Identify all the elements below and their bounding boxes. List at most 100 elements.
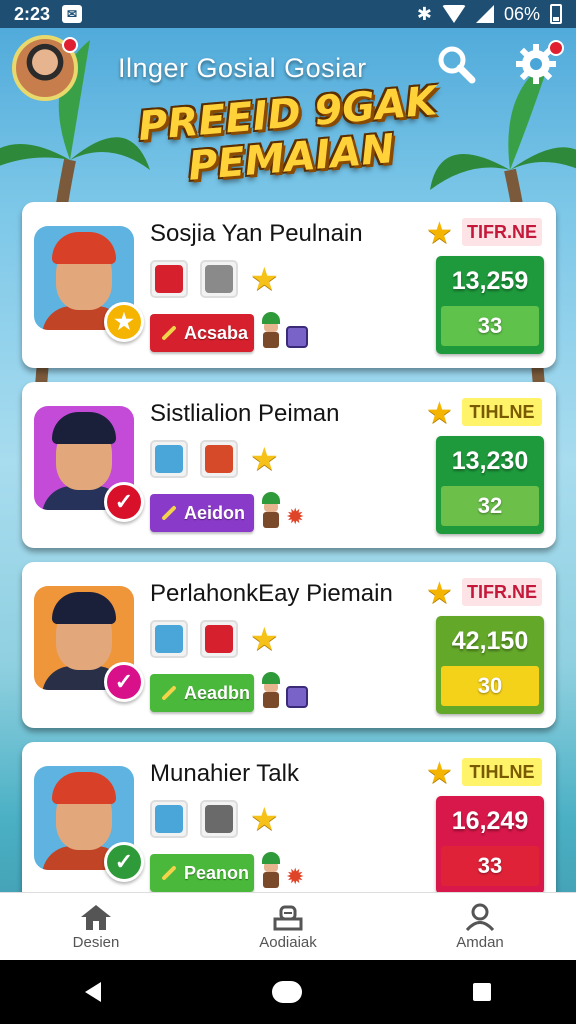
star-icon: ★ bbox=[250, 261, 279, 297]
battery-level: 06% bbox=[503, 3, 540, 24]
nav-label-profile: Amdan bbox=[456, 933, 504, 951]
player-card[interactable]: ★ Sosjia Yan Peulnain ★ Acsaba ★ TIFR.NE… bbox=[22, 202, 556, 368]
wand-icon bbox=[161, 685, 177, 701]
elf-icon bbox=[260, 492, 282, 528]
score-box: 13,259 33 bbox=[436, 256, 544, 354]
search-icon[interactable] bbox=[434, 42, 478, 86]
nav-item-profile[interactable]: Amdan bbox=[384, 893, 576, 960]
player-status-badge: ✓ bbox=[104, 662, 144, 702]
star-icon: ★ bbox=[250, 801, 279, 837]
wand-icon bbox=[161, 865, 177, 881]
player-name: Sosjia Yan Peulnain bbox=[150, 220, 363, 247]
action-label: Aeidon bbox=[184, 502, 245, 523]
player-name: Sistlialion Peiman bbox=[150, 400, 340, 427]
player-card[interactable]: ✓ PerlahonkEay Piemain ★ Aeadbn ★ TIFR.N… bbox=[22, 562, 556, 728]
player-score: 16,249 bbox=[451, 806, 529, 835]
item-slot[interactable] bbox=[200, 440, 238, 478]
action-label: Aeadbn bbox=[184, 682, 251, 703]
player-score: 42,150 bbox=[451, 626, 529, 655]
item-icon bbox=[155, 445, 183, 473]
action-label: Peanon bbox=[184, 862, 250, 883]
score-box: 16,249 33 bbox=[436, 796, 544, 894]
bag-icon bbox=[286, 326, 308, 348]
action-button[interactable]: Acsaba bbox=[150, 314, 254, 352]
item-slot[interactable] bbox=[150, 800, 188, 838]
item-slot[interactable] bbox=[200, 260, 238, 298]
rank-tag: TIFR.NE bbox=[462, 578, 542, 606]
item-slot[interactable] bbox=[150, 620, 188, 658]
elf-icon bbox=[260, 852, 282, 888]
item-icon bbox=[205, 445, 233, 473]
user-avatar[interactable] bbox=[12, 35, 78, 101]
player-card[interactable]: ✓ Sistlialion Peiman ★ Aeidon ✹ ★ TIHLNE… bbox=[22, 382, 556, 548]
bluetooth-icon: ✱ bbox=[416, 3, 432, 24]
wand-icon bbox=[161, 325, 177, 341]
status-time: 2:23 bbox=[14, 3, 51, 24]
companion-icons: ✹ bbox=[260, 492, 304, 528]
item-icon bbox=[155, 625, 183, 653]
rank-tag: TIHLNE bbox=[462, 398, 542, 426]
spiky-icon: ✹ bbox=[286, 864, 305, 889]
player-status-badge: ✓ bbox=[104, 482, 144, 522]
player-name: Munahier Talk bbox=[150, 760, 299, 787]
item-icon bbox=[155, 265, 183, 293]
favorite-star-icon[interactable]: ★ bbox=[426, 216, 453, 251]
leaderboard-icon bbox=[273, 905, 303, 930]
action-label: Acsaba bbox=[184, 322, 249, 343]
favorite-star-icon[interactable]: ★ bbox=[426, 756, 453, 791]
home-icon bbox=[81, 904, 111, 930]
elf-icon bbox=[260, 312, 282, 348]
player-name: PerlahonkEay Piemain bbox=[150, 580, 393, 607]
item-icon bbox=[205, 265, 233, 293]
player-card[interactable]: ✓ Munahier Talk ★ Peanon ✹ ★ TIHLNE 16,2… bbox=[22, 742, 556, 908]
bag-icon bbox=[286, 686, 308, 708]
profile-icon bbox=[465, 903, 495, 931]
score-box: 42,150 30 bbox=[436, 616, 544, 714]
app-title: Ilnger Gosial Gosiar bbox=[118, 52, 367, 83]
player-items: ★ bbox=[150, 800, 279, 838]
home-button-icon[interactable] bbox=[271, 981, 302, 1003]
score-box: 13,230 32 bbox=[436, 436, 544, 534]
notification-icon: ✉ bbox=[62, 5, 83, 23]
item-slot[interactable] bbox=[150, 440, 188, 478]
action-button[interactable]: Peanon bbox=[150, 854, 254, 892]
item-slot[interactable] bbox=[150, 260, 188, 298]
status-bar: 2:23 ✉ ✱ 06% bbox=[0, 0, 576, 28]
player-items: ★ bbox=[150, 440, 279, 478]
signal-icon bbox=[475, 5, 494, 23]
rank-tag: TIHLNE bbox=[462, 758, 542, 786]
player-score: 13,259 bbox=[451, 266, 529, 295]
player-list: ★ Sosjia Yan Peulnain ★ Acsaba ★ TIFR.NE… bbox=[22, 202, 556, 922]
battery-icon bbox=[550, 4, 562, 24]
nav-item-home[interactable]: Desien bbox=[0, 893, 192, 960]
companion-icons bbox=[260, 312, 308, 348]
action-button[interactable]: Aeidon bbox=[150, 494, 254, 532]
nav-label-leaderboard: Aodiaiak bbox=[259, 933, 317, 951]
item-slot[interactable] bbox=[200, 620, 238, 658]
avatar-notification-dot bbox=[62, 37, 78, 53]
back-icon[interactable] bbox=[85, 982, 102, 1002]
player-items: ★ bbox=[150, 620, 279, 658]
spiky-icon: ✹ bbox=[286, 504, 305, 529]
player-score: 13,230 bbox=[451, 446, 529, 475]
bottom-nav: Desien Aodiaiak Amdan bbox=[0, 892, 576, 960]
player-status-badge: ✓ bbox=[104, 842, 144, 882]
companion-icons: ✹ bbox=[260, 852, 304, 888]
item-icon bbox=[205, 625, 233, 653]
settings-notification-dot bbox=[548, 40, 564, 56]
recents-icon[interactable] bbox=[472, 983, 491, 1001]
nav-item-leaderboard[interactable]: Aodiaiak bbox=[192, 893, 384, 960]
favorite-star-icon[interactable]: ★ bbox=[426, 576, 453, 611]
elf-icon bbox=[260, 672, 282, 708]
system-nav-bar bbox=[0, 960, 576, 1024]
nav-label-home: Desien bbox=[72, 933, 120, 951]
player-level: 33 bbox=[441, 306, 539, 346]
companion-icons bbox=[260, 672, 308, 708]
player-status-badge: ★ bbox=[104, 302, 144, 342]
action-button[interactable]: Aeadbn bbox=[150, 674, 254, 712]
favorite-star-icon[interactable]: ★ bbox=[426, 396, 453, 431]
player-items: ★ bbox=[150, 260, 279, 298]
rank-tag: TIFR.NE bbox=[462, 218, 542, 246]
item-slot[interactable] bbox=[200, 800, 238, 838]
wifi-icon bbox=[441, 5, 466, 23]
